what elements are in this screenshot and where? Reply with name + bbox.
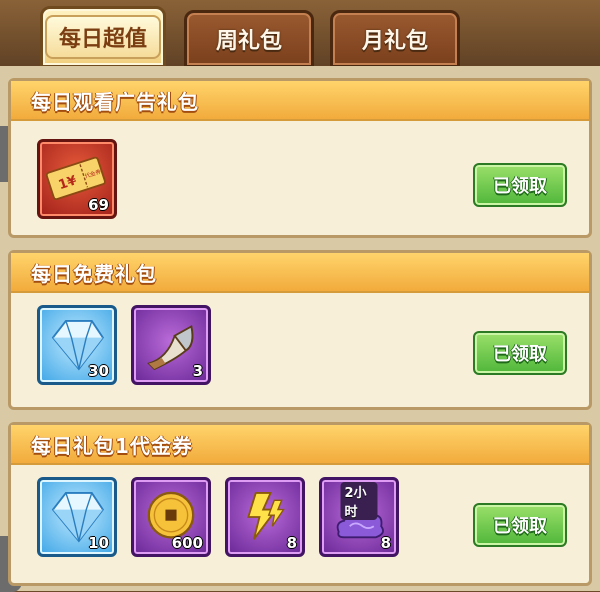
reward-item[interactable]: 3 [131, 305, 211, 385]
section-title: 每日免费礼包 [11, 253, 589, 293]
section-free-gift: 每日免费礼包 30 3 已领取 [8, 250, 592, 410]
tab-weekly-pack[interactable]: 周礼包 [184, 10, 314, 68]
claimed-button[interactable]: 已领取 [473, 503, 567, 547]
reward-item[interactable]: 1¥ 代金券 69 [37, 139, 117, 219]
item-quantity: 600 [171, 534, 203, 552]
tab-label: 月礼包 [361, 29, 428, 54]
item-quantity: 8 [380, 534, 391, 552]
reward-item[interactable]: 30 [37, 305, 117, 385]
gift-panel: › › 每日观看广告礼包 1¥ 代金券 69 已领取 每日免费礼包 [0, 66, 600, 592]
claimed-button[interactable]: 已领取 [473, 331, 567, 375]
item-quantity: 3 [192, 362, 203, 380]
claimed-button[interactable]: 已领取 [473, 163, 567, 207]
section-ad-gift: 每日观看广告礼包 1¥ 代金券 69 已领取 [8, 78, 592, 238]
section-voucher-gift: 每日礼包1代金券 10 600 8 2小时 8 已领取 [8, 422, 592, 586]
item-quantity: 8 [286, 534, 297, 552]
tab-monthly-pack[interactable]: 月礼包 [330, 10, 460, 68]
tab-bar: 每日超值 周礼包 月礼包 [0, 0, 600, 70]
tab-label: 每日超值 [44, 15, 161, 59]
duration-badge: 2小时 [340, 482, 378, 520]
section-title: 每日礼包1代金券 [11, 425, 589, 465]
reward-item[interactable]: 600 [131, 477, 211, 557]
item-quantity: 10 [88, 534, 109, 552]
reward-item[interactable]: 10 [37, 477, 117, 557]
item-quantity: 69 [88, 196, 109, 214]
reward-item[interactable]: 2小时 8 [319, 477, 399, 557]
tab-label: 周礼包 [215, 29, 282, 54]
item-quantity: 30 [88, 362, 109, 380]
section-title: 每日观看广告礼包 [11, 81, 589, 121]
reward-item[interactable]: 8 [225, 477, 305, 557]
tab-daily-value[interactable]: 每日超值 [40, 6, 166, 68]
